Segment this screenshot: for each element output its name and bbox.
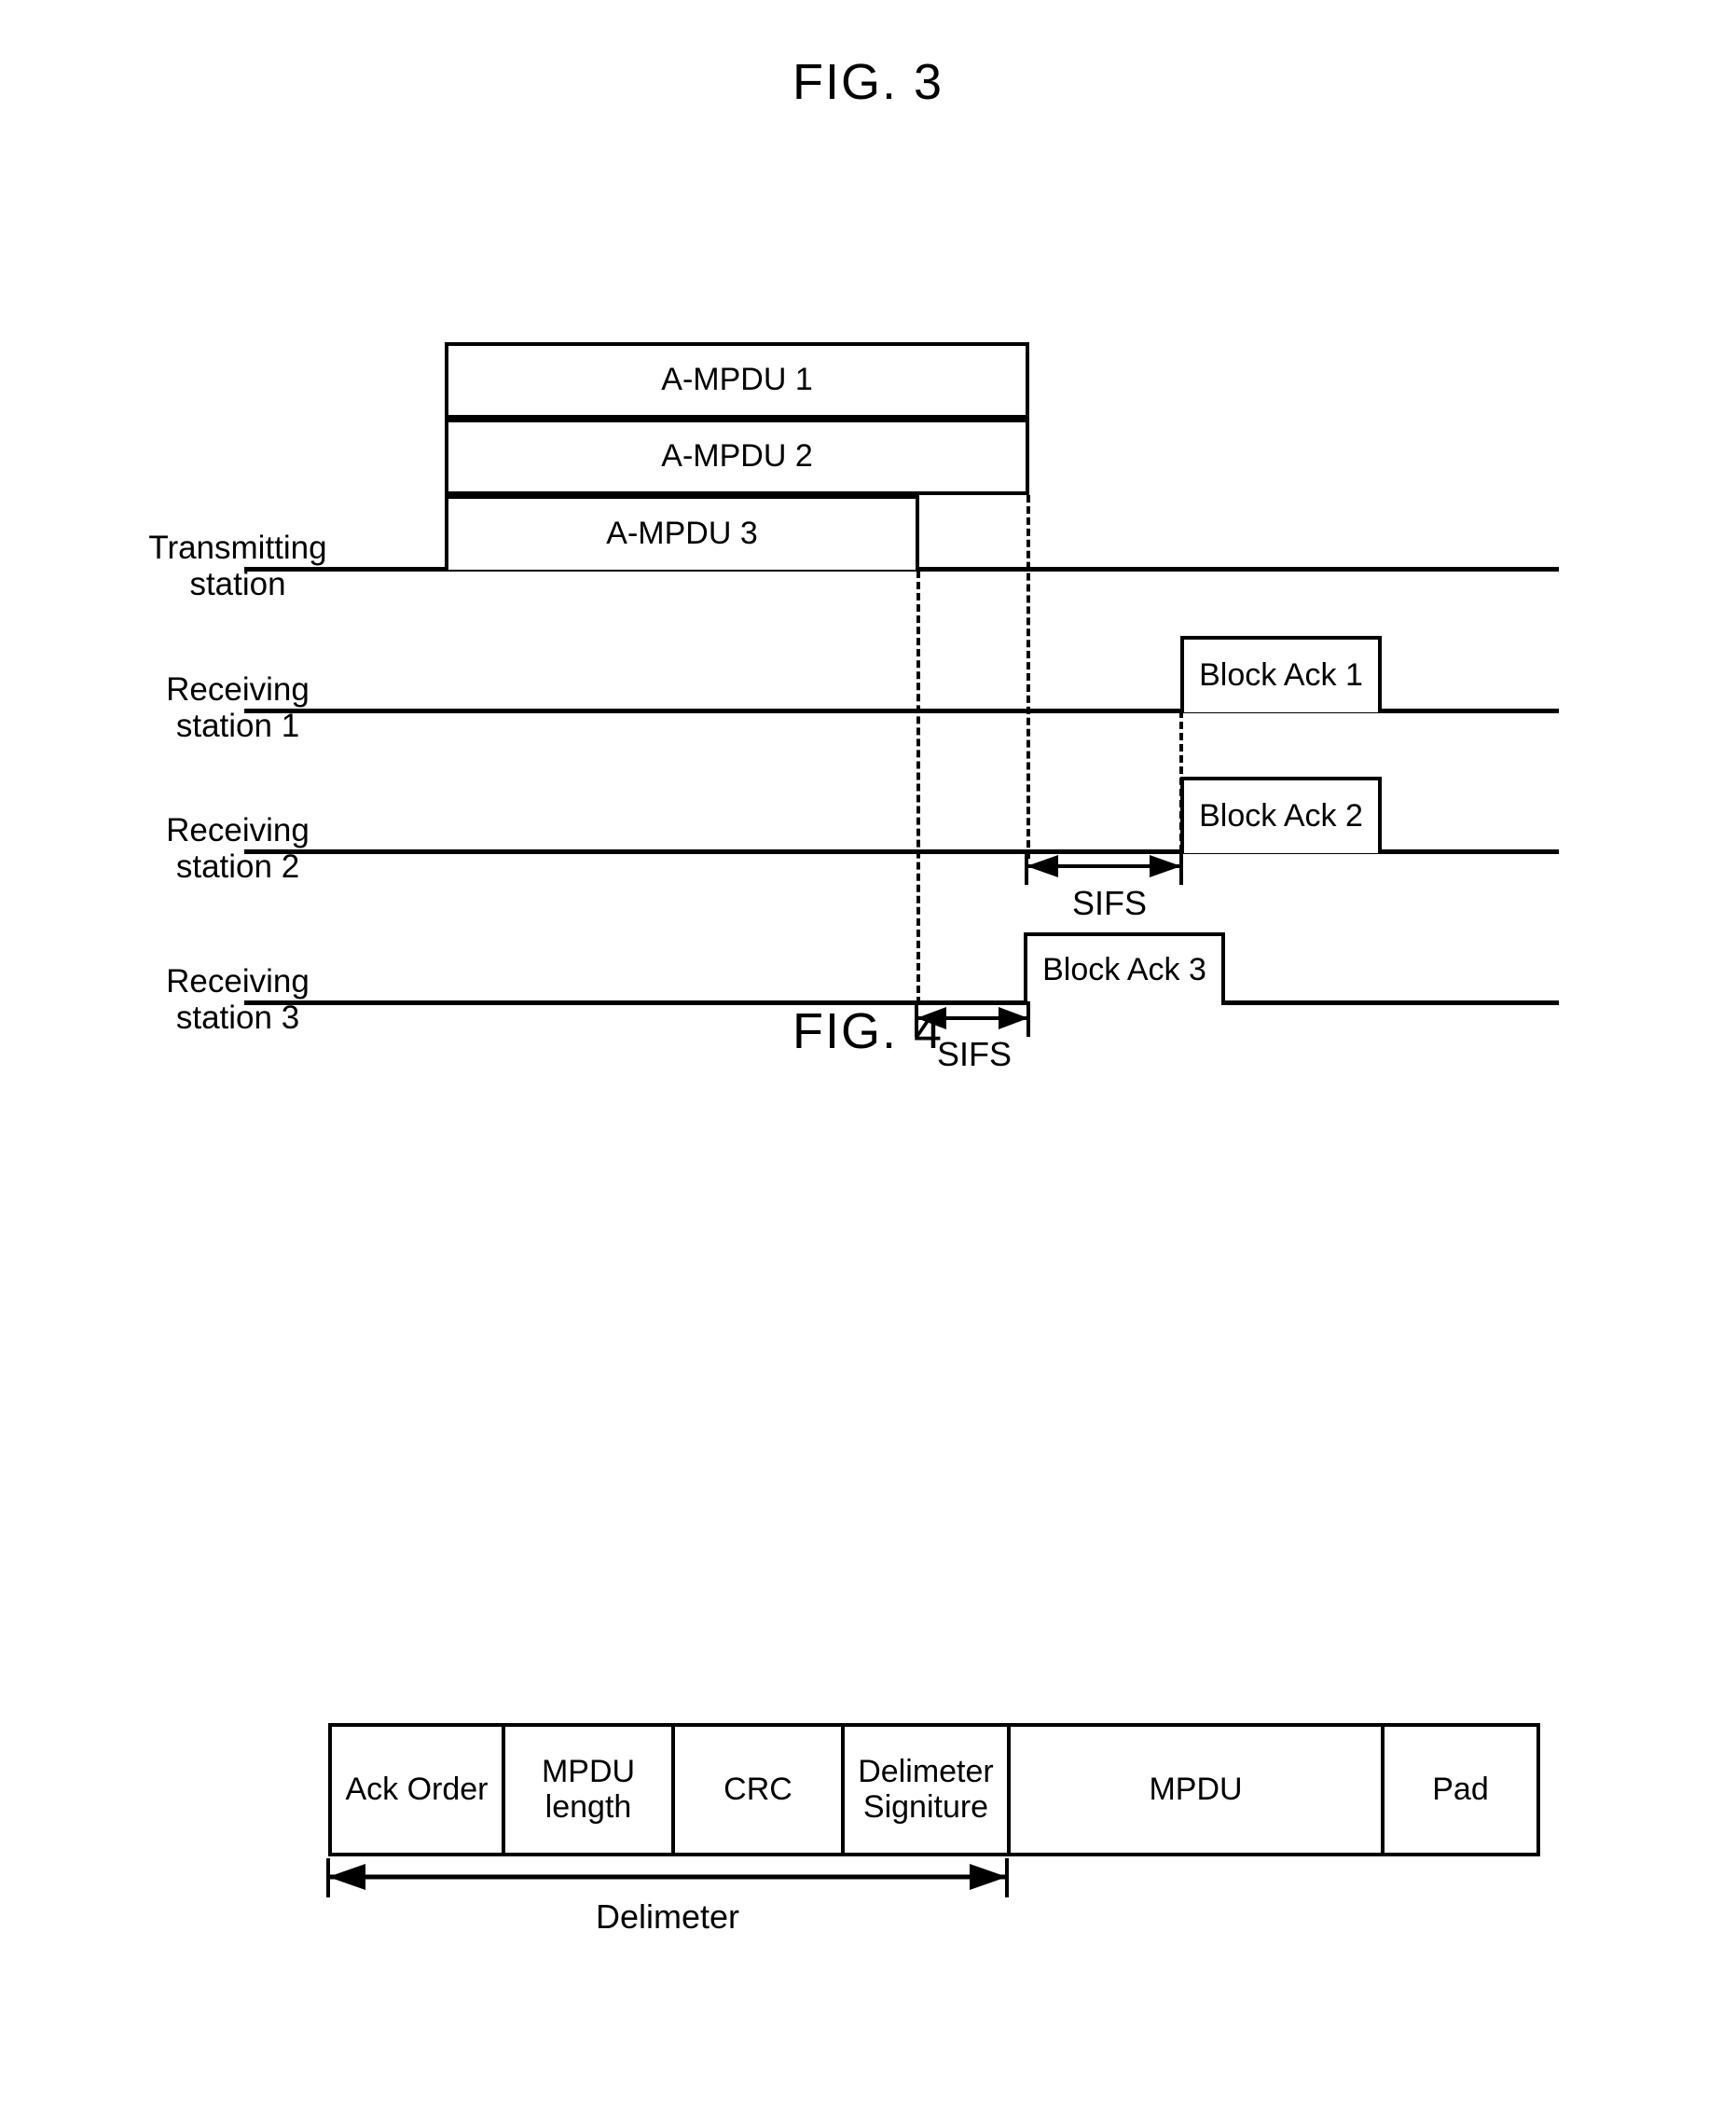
station-label-line2: station <box>189 566 286 603</box>
station-label-receiving-1: Receiving station 1 <box>121 671 354 744</box>
station-label-line2: station 1 <box>175 708 300 745</box>
ampdu-block-1: A-MPDU 1 <box>445 342 1029 419</box>
dashed-reference-line-ampdu1-end <box>1026 495 1030 859</box>
delimiter-frame-table: Ack Order MPDU length CRC Delimeter Sign… <box>328 1723 1540 1856</box>
field-mpdu: MPDU <box>1011 1727 1385 1853</box>
ampdu-block-1-label: A-MPDU 1 <box>661 362 813 398</box>
field-pad: Pad <box>1432 1771 1489 1807</box>
block-ack-3-box: Block Ack 3 <box>1024 932 1225 1005</box>
dashed-reference-line-ampdu3-end <box>916 571 920 1004</box>
station-label-receiving-2: Receiving station 2 <box>121 812 354 885</box>
sifs-upper-label: SIFS <box>1071 884 1147 922</box>
ampdu-block-3: A-MPDU 3 <box>445 495 919 570</box>
field-ack-order: Ack Order <box>332 1727 505 1853</box>
ampdu-block-2: A-MPDU 2 <box>445 419 1029 495</box>
field-delimeter-signiture: Delimeter Signiture <box>845 1727 1011 1853</box>
ampdu-block-2-label: A-MPDU 2 <box>661 438 813 475</box>
block-ack-3-label: Block Ack 3 <box>1042 952 1206 988</box>
field-crc: CRC <box>675 1727 845 1853</box>
station-label-line1: Receiving <box>166 963 310 1000</box>
block-ack-2-label: Block Ack 2 <box>1199 798 1363 834</box>
station-label-line1: Transmitting <box>148 530 327 566</box>
field-mpdu-length: MPDU length <box>505 1727 675 1853</box>
block-ack-1-box: Block Ack 1 <box>1180 636 1382 712</box>
station-label-line1: Receiving <box>166 671 310 708</box>
station-label-transmitting: Transmitting station <box>121 530 354 602</box>
ampdu-block-3-label: A-MPDU 3 <box>606 516 758 552</box>
station-label-line1: Receiving <box>166 812 310 848</box>
station-label-line2: station 2 <box>175 848 300 886</box>
fig4-title: FIG. 4 <box>792 1003 944 1059</box>
block-ack-1-label: Block Ack 1 <box>1199 657 1363 694</box>
fig3-title: FIG. 3 <box>792 54 944 110</box>
delimiter-span-label: Delimeter <box>595 1897 740 1936</box>
block-ack-2-box: Block Ack 2 <box>1180 777 1382 853</box>
delimiter-span-arrow <box>326 1858 1009 1897</box>
